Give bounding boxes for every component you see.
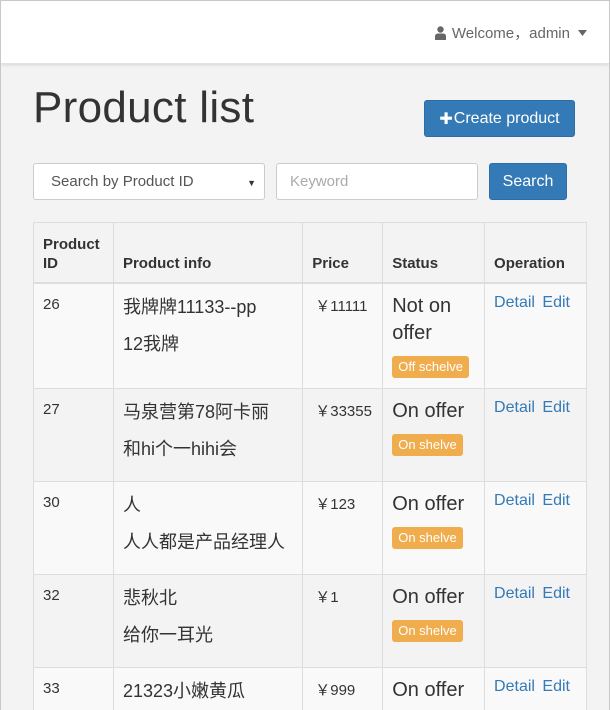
table-row: 33 21323小嫩黄瓜 ￥999 On offer Detail Edit <box>33 667 587 710</box>
product-id-cell: 30 <box>33 481 114 575</box>
status-text-line1: Not on <box>392 294 452 317</box>
product-id-cell: 26 <box>33 282 114 389</box>
col-header-operation: Operation <box>484 222 587 284</box>
product-name: 我牌牌11133--pp <box>122 296 257 317</box>
edit-link[interactable]: Edit <box>542 585 570 602</box>
welcome-text: Welcome，admin <box>451 25 570 42</box>
search-type-value: Search by Product ID <box>51 173 194 190</box>
product-operation-cell: Detail Edit <box>484 574 587 668</box>
product-price-cell: ￥11111 <box>302 282 384 389</box>
table-row: 32 悲秋北 给你一耳光 ￥1 On offer On shelve Detai… <box>33 574 587 668</box>
col-header-product-id-line2: ID <box>43 254 58 272</box>
product-name: 马泉营第78阿卡丽 <box>122 402 269 422</box>
user-menu-toggle[interactable]: Welcome，admin <box>434 22 587 43</box>
product-info-cell: 21323小嫩黄瓜 <box>112 667 304 710</box>
product-subtitle: 和hi个一hihi会 <box>122 439 237 459</box>
status-badge: Off schelve <box>392 355 470 378</box>
edit-link[interactable]: Edit <box>542 492 570 509</box>
product-status-cell: On offer On shelve <box>382 481 486 575</box>
status-text-line1: On offer <box>392 586 465 608</box>
product-price-cell: ￥123 <box>302 481 384 575</box>
detail-link[interactable]: Detail <box>494 399 535 416</box>
product-price-cell: ￥1 <box>302 574 384 668</box>
detail-link[interactable]: Detail <box>494 585 535 602</box>
status-text-line1: On offer <box>392 493 465 515</box>
search-button[interactable]: Search <box>489 163 567 200</box>
product-info-cell: 悲秋北 给你一耳光 <box>112 574 304 668</box>
product-operation-cell: Detail Edit <box>484 282 587 389</box>
product-name: 人 <box>122 495 141 515</box>
edit-link[interactable]: Edit <box>542 294 570 311</box>
status-text-line1: On offer <box>392 400 465 422</box>
product-status-cell: Not on offer Off schelve <box>382 282 486 389</box>
product-status-cell: On offer <box>382 667 486 710</box>
status-text-line1: On offer <box>392 679 465 701</box>
col-header-product-id: Product ID <box>33 222 114 284</box>
status-badge: On shelve <box>392 527 463 549</box>
status-text-line2: offer <box>392 321 432 344</box>
status-badge: On shelve <box>392 620 463 642</box>
col-header-product-id-line1: Product <box>43 235 100 253</box>
product-id-cell: 33 <box>33 667 114 710</box>
product-name: 21323小嫩黄瓜 <box>122 681 246 701</box>
product-price-cell: ￥999 <box>302 667 384 710</box>
product-status-cell: On offer On shelve <box>382 388 486 482</box>
product-info-cell: 我牌牌11133--pp 12我牌 <box>112 282 304 389</box>
product-subtitle: 给你一耳光 <box>122 625 213 645</box>
keyword-input[interactable] <box>276 163 478 200</box>
detail-link[interactable]: Detail <box>494 678 535 695</box>
table-row: 27 马泉营第78阿卡丽 和hi个一hihi会 ￥33355 On offer … <box>33 388 587 482</box>
col-header-status: Status <box>382 222 486 284</box>
product-id-cell: 32 <box>33 574 114 668</box>
edit-link[interactable]: Edit <box>542 678 570 695</box>
table-row: 30 人 人人都是产品经理人 ￥123 On offer On shelve D… <box>33 481 587 575</box>
product-operation-cell: Detail Edit <box>484 388 587 482</box>
product-id-cell: 27 <box>33 388 114 482</box>
user-icon <box>434 25 446 40</box>
detail-link[interactable]: Detail <box>494 492 535 509</box>
select-arrow-icon: ▼ <box>247 178 256 188</box>
product-operation-cell: Detail Edit <box>484 667 587 710</box>
product-info-cell: 马泉营第78阿卡丽 和hi个一hihi会 <box>112 388 304 482</box>
plus-icon: ✚ <box>439 110 453 128</box>
table-header-row: Product ID Product info Price Status Ope… <box>33 222 587 284</box>
search-type-select[interactable]: Search by Product ID ▼ <box>33 163 265 200</box>
create-product-label: Create product <box>453 109 560 127</box>
product-name: 悲秋北 <box>122 588 177 608</box>
product-price-cell: ￥33355 <box>302 388 384 482</box>
edit-link[interactable]: Edit <box>542 399 570 416</box>
app-frame: Welcome，admin Product list ✚ Create prod… <box>0 0 610 710</box>
table-row: 26 我牌牌11133--pp 12我牌 ￥11111 Not on offer… <box>33 282 587 389</box>
product-status-cell: On offer On shelve <box>382 574 486 668</box>
product-table: Product ID Product info Price Status Ope… <box>33 222 587 710</box>
create-product-button[interactable]: ✚ Create product <box>424 100 575 137</box>
col-header-product-info: Product info <box>112 222 304 284</box>
product-info-cell: 人 人人都是产品经理人 <box>112 481 304 575</box>
col-header-price: Price <box>302 222 384 284</box>
page-title: Product list <box>33 83 255 132</box>
status-badge: On shelve <box>392 434 463 456</box>
caret-down-icon <box>578 29 587 36</box>
product-subtitle: 12我牌 <box>122 333 179 354</box>
product-subtitle: 人人都是产品经理人 <box>122 532 285 552</box>
product-operation-cell: Detail Edit <box>484 481 587 575</box>
top-navbar: Welcome，admin <box>1 1 609 64</box>
detail-link[interactable]: Detail <box>494 294 535 311</box>
